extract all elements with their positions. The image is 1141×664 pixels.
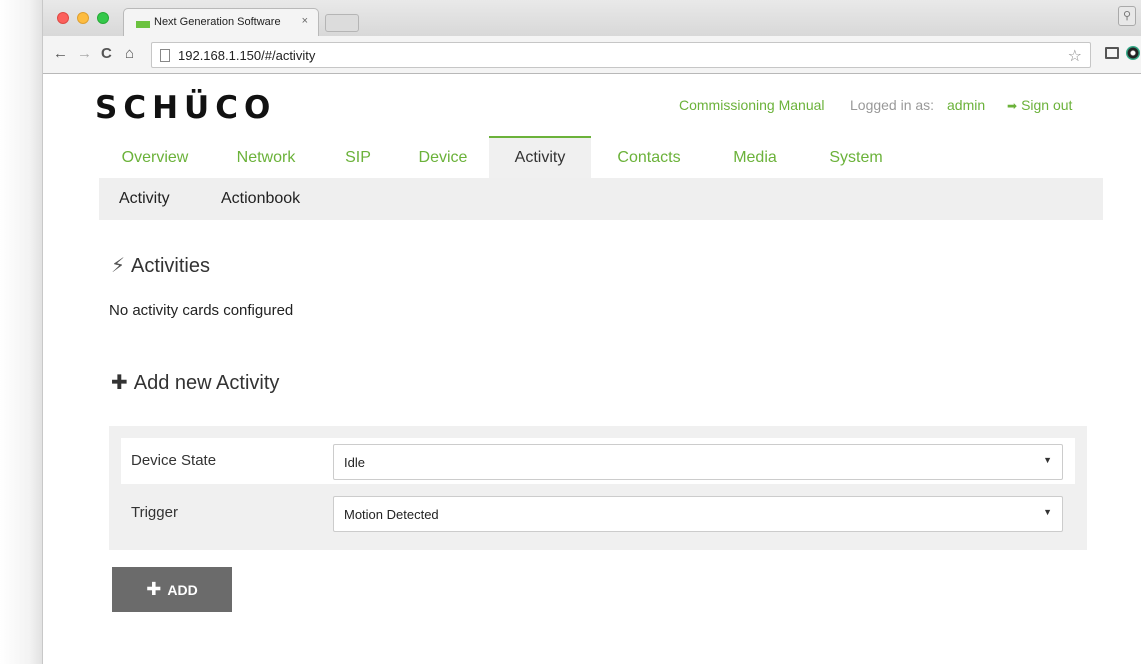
tab-media[interactable]: Media (707, 136, 803, 178)
main-nav: Overview Network SIP Device Activity Con… (99, 136, 1103, 178)
username-link[interactable]: admin (947, 97, 985, 113)
zoom-window-button[interactable] (97, 12, 109, 24)
reload-icon[interactable]: C (101, 45, 112, 62)
trigger-row: Trigger Motion Detected ▼ (121, 490, 1075, 536)
trigger-value: Motion Detected (344, 507, 439, 522)
add-activity-title: Add new Activity (133, 372, 280, 394)
tab-overview[interactable]: Overview (99, 136, 211, 178)
forward-arrow-icon[interactable]: → (77, 45, 92, 62)
add-activity-form: Device State Idle ▼ Trigger Motion Detec… (109, 426, 1087, 550)
cast-icon[interactable] (1105, 47, 1119, 59)
caret-down-icon: ▼ (1043, 455, 1052, 465)
close-window-button[interactable] (57, 12, 69, 24)
browser-tab[interactable]: Next Generation Software × (123, 8, 319, 36)
activities-title: Activities (131, 255, 210, 277)
bolt-icon: ⚡ (111, 255, 126, 277)
trigger-select[interactable]: Motion Detected ▼ (333, 496, 1063, 532)
new-tab-button[interactable] (325, 14, 359, 32)
plus-icon: ✚ (146, 579, 162, 599)
sign-out-icon: ➡ (1007, 99, 1018, 113)
caret-down-icon: ▼ (1043, 507, 1052, 517)
tab-close-icon[interactable]: × (302, 15, 308, 27)
device-state-value: Idle (344, 455, 365, 470)
add-button-label: ADD (167, 582, 198, 598)
address-bar[interactable]: 192.168.1.150/#/activity ☆ (151, 42, 1091, 68)
commissioning-manual-link[interactable]: Commissioning Manual (679, 97, 825, 113)
activities-heading: ⚡ Activities (111, 253, 210, 278)
tab-network[interactable]: Network (211, 136, 321, 178)
sign-out-label: Sign out (1021, 97, 1073, 113)
sub-nav: Activity Actionbook (99, 178, 1103, 220)
add-activity-heading: ✚ Add new Activity (111, 370, 279, 395)
device-state-row: Device State Idle ▼ (121, 438, 1075, 484)
favicon-icon (136, 21, 150, 28)
tab-title: Next Generation Software (154, 16, 281, 28)
back-arrow-icon[interactable]: ← (53, 45, 68, 62)
subtab-activity[interactable]: Activity (119, 190, 170, 208)
tab-system[interactable]: System (803, 136, 909, 178)
sign-out-link[interactable]: ➡ Sign out (1007, 97, 1072, 113)
tab-device[interactable]: Device (395, 136, 491, 178)
device-state-label: Device State (131, 452, 217, 469)
browser-toolbar: ← → C ⌂ 192.168.1.150/#/activity ☆ (43, 36, 1141, 74)
home-icon[interactable]: ⌂ (125, 45, 134, 62)
bookmark-star-icon[interactable]: ☆ (1068, 46, 1082, 66)
url-text[interactable]: 192.168.1.150/#/activity (178, 48, 315, 63)
page-icon (160, 49, 170, 62)
subtab-actionbook[interactable]: Actionbook (221, 190, 300, 208)
tab-activity[interactable]: Activity (489, 136, 591, 178)
empty-activities-text: No activity cards configured (109, 302, 294, 319)
minimize-window-button[interactable] (77, 12, 89, 24)
browser-window: Next Generation Software × ⚲ ← → C ⌂ 192… (42, 0, 1141, 664)
tab-sip[interactable]: SIP (321, 136, 395, 178)
plus-icon: ✚ (111, 372, 128, 394)
window-shadow-edge (0, 0, 42, 664)
extension-icon[interactable] (1126, 46, 1140, 60)
logged-in-label: Logged in as: (850, 97, 935, 113)
device-state-select[interactable]: Idle ▼ (333, 444, 1063, 480)
profile-icon[interactable]: ⚲ (1118, 6, 1136, 26)
tab-contacts[interactable]: Contacts (591, 136, 707, 178)
schuco-logo: SCHÜCO (95, 90, 277, 126)
trigger-label: Trigger (131, 504, 178, 521)
add-button[interactable]: ✚ ADD (112, 567, 232, 612)
title-bar: Next Generation Software × ⚲ (43, 0, 1141, 36)
